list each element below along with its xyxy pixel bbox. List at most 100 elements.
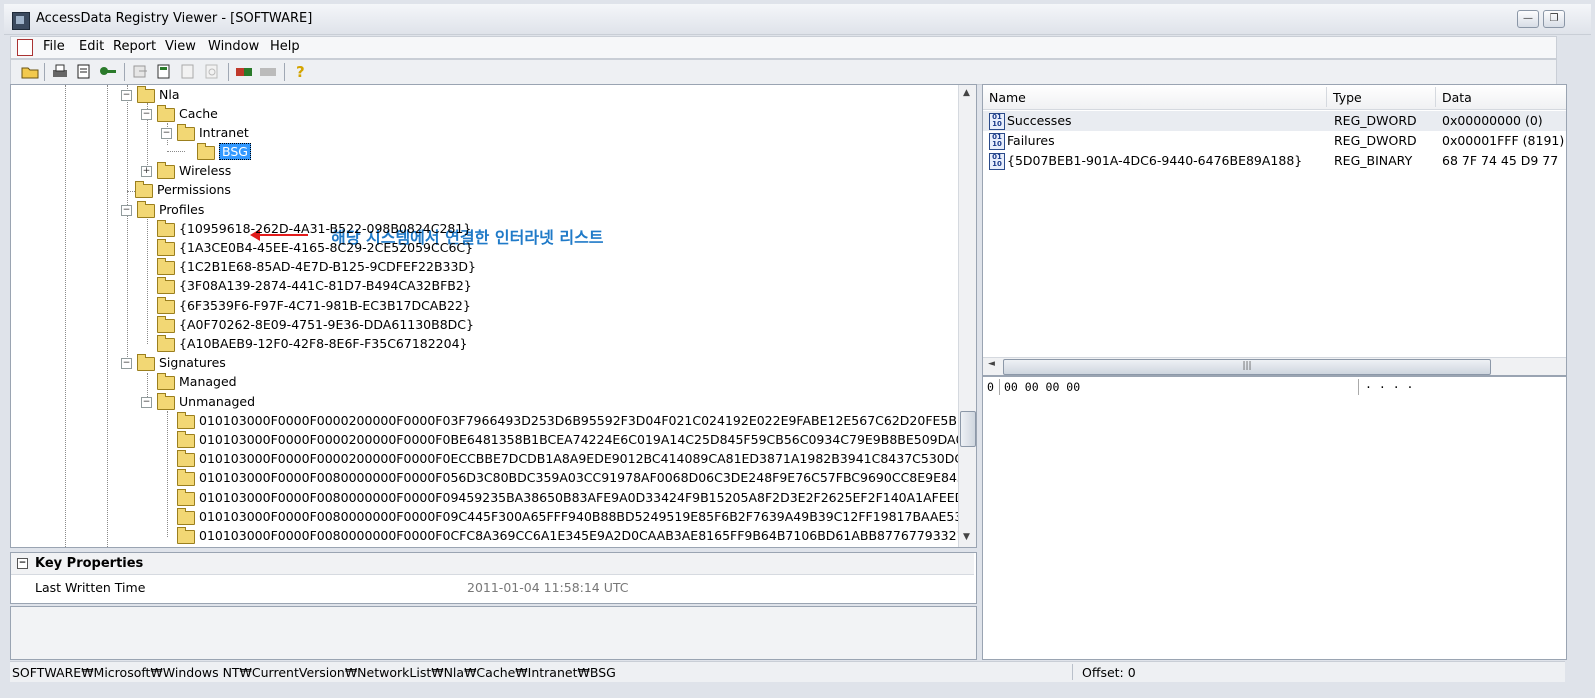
tree-node-profiles[interactable]: − Profiles bbox=[121, 200, 204, 219]
menu-view[interactable]: View bbox=[163, 39, 198, 54]
menu-report[interactable]: Report bbox=[111, 39, 158, 54]
tree-node-profile[interactable]: {3F08A139-2874-441C-81D7-B494CA32BFB2} bbox=[157, 276, 472, 295]
key-properties-panel: − Key Properties Last Written Time 2011-… bbox=[10, 552, 977, 604]
values-list[interactable]: Name Type Data 01 10 Successes REG_DWORD … bbox=[982, 84, 1567, 376]
key-icon[interactable] bbox=[99, 63, 117, 80]
status-offset: Offset: 0 bbox=[1082, 665, 1136, 680]
menu-help[interactable]: Help bbox=[268, 39, 302, 54]
document-icon[interactable] bbox=[17, 39, 33, 56]
value-row[interactable]: 01 10 Failures REG_DWORD 0x00001FFF (8191… bbox=[983, 131, 1566, 151]
app-window: AccessData Registry Viewer - [SOFTWARE] … bbox=[0, 0, 1595, 698]
menu-window[interactable]: Window bbox=[206, 39, 261, 54]
folder-icon bbox=[177, 411, 195, 429]
collapse-icon[interactable]: − bbox=[17, 558, 28, 569]
folder-icon bbox=[157, 372, 175, 390]
status-path: SOFTWARE₩Microsoft₩Windows NT₩CurrentVer… bbox=[12, 665, 616, 680]
folder-open-icon bbox=[197, 142, 215, 160]
scroll-thumb[interactable]: ||| bbox=[1003, 359, 1491, 375]
folder-open-icon bbox=[177, 123, 195, 141]
tree-node-wireless[interactable]: + Wireless bbox=[141, 161, 231, 180]
tree-node-profile[interactable]: {A10BAEB9-12F0-42F8-8E6F-F35C67182204} bbox=[157, 334, 468, 353]
registry-value-icon: 01 10 bbox=[989, 133, 1005, 150]
tree-node-signature[interactable]: 010103000F0000F0080000000F0000F09459235B… bbox=[177, 488, 964, 507]
collapse-icon[interactable]: − bbox=[121, 205, 132, 216]
minimize-button[interactable]: — bbox=[1517, 10, 1539, 28]
expand-icon[interactable]: + bbox=[141, 166, 152, 177]
restore-button[interactable]: ❐ bbox=[1543, 10, 1565, 28]
tree-node-cache[interactable]: − Cache bbox=[141, 104, 218, 123]
svg-text:?: ? bbox=[296, 63, 305, 80]
folder-icon bbox=[157, 296, 175, 314]
registry-value-icon: 01 10 bbox=[989, 153, 1005, 170]
tree-node-unmanaged[interactable]: − Unmanaged bbox=[141, 392, 255, 411]
disconnect-icon[interactable] bbox=[259, 63, 277, 80]
tree-node-signatures[interactable]: − Signatures bbox=[121, 353, 226, 372]
toolbar: ? bbox=[10, 59, 1557, 85]
tree-node-signature[interactable]: 010103000F0000F0080000000F0000F056D3C80B… bbox=[177, 468, 973, 487]
hex-offset: 0 bbox=[987, 380, 994, 394]
tree-node-signature[interactable]: 010103000F0000F0000200000F0000F0BE648135… bbox=[177, 430, 971, 449]
connect-icon[interactable] bbox=[235, 63, 253, 80]
folder-icon bbox=[177, 507, 195, 525]
open-folder-icon[interactable] bbox=[21, 63, 39, 80]
scroll-up-icon[interactable]: ▲ bbox=[963, 88, 970, 98]
property-label: Last Written Time bbox=[35, 580, 146, 595]
window-title: AccessData Registry Viewer - [SOFTWARE] bbox=[36, 11, 313, 26]
edit-doc-icon[interactable] bbox=[179, 63, 197, 80]
tree-node-profile[interactable]: {10959618-262D-4A31-B522-098B0824C281} bbox=[157, 219, 471, 238]
help-icon[interactable]: ? bbox=[291, 63, 309, 81]
column-name[interactable]: Name bbox=[989, 90, 1026, 105]
tree-node-intranet[interactable]: − Intranet bbox=[161, 123, 249, 142]
collapse-icon[interactable]: − bbox=[121, 90, 132, 101]
tree-node-signature[interactable]: 010103000F0000F0000200000F0000F03F796649… bbox=[177, 411, 967, 430]
property-row: Last Written Time 2011-01-04 11:58:14 UT… bbox=[11, 577, 974, 597]
disabled-doc-icon[interactable] bbox=[203, 63, 221, 80]
collapse-icon[interactable]: − bbox=[161, 128, 172, 139]
tree-node-profile[interactable]: {1A3CE0B4-45EE-4165-8C29-2CE52059CC6C} bbox=[157, 238, 473, 257]
folder-icon bbox=[135, 180, 153, 198]
tree-node-permissions[interactable]: Permissions bbox=[135, 180, 231, 199]
column-data[interactable]: Data bbox=[1442, 90, 1472, 105]
hex-view[interactable]: 0 00 00 00 00 · · · · bbox=[982, 376, 1567, 660]
tree-node-nla[interactable]: − Nla bbox=[121, 85, 179, 104]
folder-icon bbox=[157, 161, 175, 179]
scroll-thumb[interactable] bbox=[960, 411, 976, 447]
menu-file[interactable]: File bbox=[41, 39, 67, 54]
value-row[interactable]: 01 10 Successes REG_DWORD 0x00000000 (0) bbox=[983, 111, 1566, 131]
values-horizontal-scrollbar[interactable]: ◄ ||| bbox=[983, 357, 1566, 375]
column-type[interactable]: Type bbox=[1333, 90, 1362, 105]
tree-node-profile[interactable]: {A0F70262-8E09-4751-9E36-DDA61130B8DC} bbox=[157, 315, 474, 334]
folder-open-icon bbox=[137, 200, 155, 218]
folder-open-icon bbox=[157, 392, 175, 410]
collapse-icon[interactable]: − bbox=[141, 397, 152, 408]
menu-edit[interactable]: Edit bbox=[77, 39, 106, 54]
tree-node-signature[interactable]: 010103000F0000F0080000000F0000F0CFC8A369… bbox=[177, 526, 973, 545]
collapse-icon[interactable]: − bbox=[141, 109, 152, 120]
tree-vertical-scrollbar[interactable]: ▲ ▼ bbox=[958, 85, 976, 547]
folder-icon bbox=[177, 526, 195, 544]
folder-open-icon bbox=[137, 353, 155, 371]
scroll-down-icon[interactable]: ▼ bbox=[963, 532, 970, 542]
folder-icon bbox=[157, 315, 175, 333]
key-properties-header[interactable]: − Key Properties bbox=[11, 553, 974, 575]
report-icon[interactable] bbox=[75, 63, 93, 80]
value-row[interactable]: 01 10 {5D07BEB1-901A-4DC6-9440-6476BE89A1… bbox=[983, 151, 1566, 171]
print-icon[interactable] bbox=[51, 63, 69, 80]
tree-node-signature[interactable]: 010103000F0000F0000200000F0000F0ECCBBE7D… bbox=[177, 449, 976, 468]
export-icon[interactable] bbox=[131, 63, 149, 80]
selected-key-label: BSG bbox=[219, 143, 251, 160]
folder-icon bbox=[157, 238, 175, 256]
tree-node-signature[interactable]: 010103000F0000F0080000000F0000F09C445F30… bbox=[177, 507, 962, 526]
app-icon bbox=[12, 12, 30, 30]
tree-node-bsg[interactable]: BSG bbox=[197, 142, 251, 161]
tree-node-managed[interactable]: Managed bbox=[157, 372, 237, 391]
tree-node-profile[interactable]: {1C2B1E68-85AD-4E7D-B125-9CDFEF22B33D} bbox=[157, 257, 476, 276]
registry-tree[interactable]: − Nla − Cache − Intranet BSG 해당 시스템에서 연결한 인… bbox=[10, 84, 977, 548]
collapse-icon[interactable]: − bbox=[121, 358, 132, 369]
description-panel bbox=[10, 606, 977, 660]
tree-node-profile[interactable]: {6F3539F6-F97F-4C71-981B-EC3B17DCAB22} bbox=[157, 296, 471, 315]
properties-icon[interactable] bbox=[155, 63, 173, 80]
values-header: Name Type Data bbox=[983, 85, 1566, 110]
scroll-left-icon[interactable]: ◄ bbox=[988, 359, 995, 369]
title-bar: AccessData Registry Viewer - [SOFTWARE] … bbox=[4, 4, 1591, 35]
